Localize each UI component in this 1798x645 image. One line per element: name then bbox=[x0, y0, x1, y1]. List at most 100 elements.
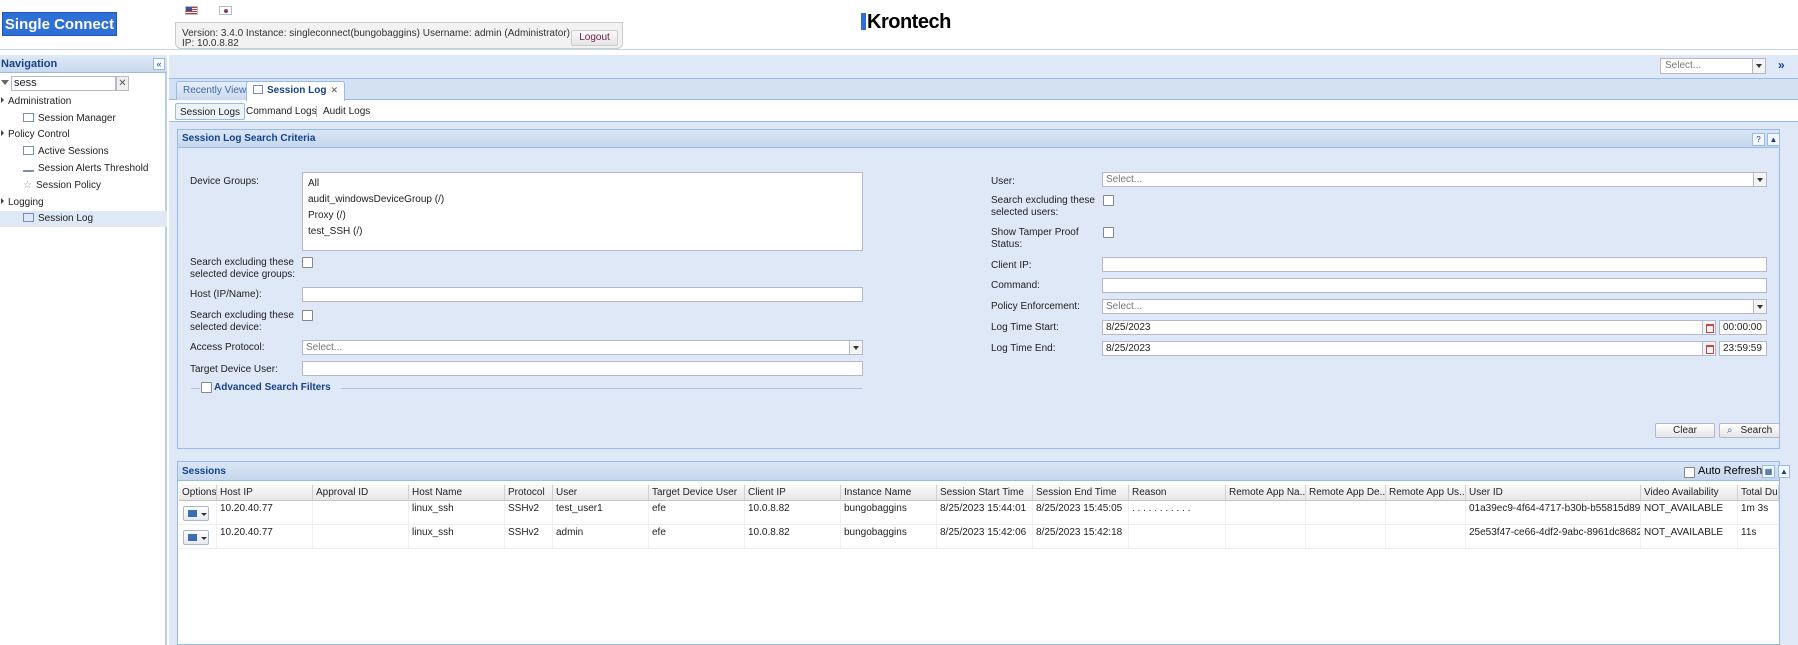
chevron-down-icon[interactable] bbox=[1753, 300, 1766, 313]
search-button[interactable]: ⌕ Search bbox=[1719, 423, 1780, 438]
nav-item-label: Session Policy bbox=[35, 180, 101, 191]
log-time-start-date[interactable]: 8/25/2023 bbox=[1102, 320, 1716, 335]
clear-search-button[interactable]: ✕ bbox=[116, 76, 129, 91]
users-gear-icon bbox=[23, 113, 34, 122]
log-time-end-time[interactable]: 23:59:59 bbox=[1719, 341, 1767, 356]
list-item[interactable]: All bbox=[306, 176, 859, 192]
subtab-command-logs[interactable]: Command Logs bbox=[242, 103, 321, 120]
col-host-ip[interactable]: Host IP bbox=[217, 485, 313, 501]
nav-group-policy-control[interactable]: Policy Control bbox=[0, 127, 167, 143]
calendar-icon[interactable] bbox=[1702, 342, 1715, 355]
col-options[interactable]: Options bbox=[179, 485, 217, 501]
table-row[interactable]: 10.20.40.77 linux_ssh SSHv2 admin efe 10… bbox=[179, 525, 1779, 549]
expand-icon bbox=[1, 97, 4, 103]
table-cell: linux_ssh bbox=[409, 525, 505, 549]
tamper-proof-checkbox[interactable] bbox=[1103, 227, 1114, 238]
exclude-users-checkbox[interactable] bbox=[1103, 195, 1114, 206]
logout-button[interactable]: Logout bbox=[571, 30, 618, 46]
nav-group-administration[interactable]: Administration bbox=[0, 94, 167, 110]
subtab-audit-logs[interactable]: Audit Logs bbox=[319, 103, 374, 120]
calendar-icon[interactable] bbox=[1702, 321, 1715, 334]
fieldset-line bbox=[341, 388, 862, 389]
log-time-start-time[interactable]: 00:00:00 bbox=[1719, 320, 1767, 335]
col-video-availability[interactable]: Video Availability bbox=[1641, 485, 1738, 501]
col-remote-app-user[interactable]: Remote App Us... bbox=[1386, 485, 1466, 501]
policy-enforcement-placeholder: Select... bbox=[1106, 301, 1143, 312]
collapse-panel-icon[interactable]: ▲ bbox=[1778, 465, 1790, 478]
user-select[interactable]: Select... bbox=[1102, 172, 1767, 187]
nav-item-session-policy[interactable]: ☆ Session Policy bbox=[0, 178, 167, 194]
nav-item-label: Session Log bbox=[38, 213, 94, 224]
chevron-down-icon[interactable] bbox=[1752, 59, 1765, 73]
tab-recently-view[interactable]: Recently View bbox=[176, 81, 254, 100]
clear-button[interactable]: Clear bbox=[1655, 423, 1715, 438]
host-input[interactable] bbox=[302, 287, 863, 302]
col-user[interactable]: User bbox=[553, 485, 649, 501]
us-flag-icon[interactable] bbox=[185, 6, 198, 15]
row-options-button[interactable] bbox=[183, 506, 209, 521]
col-protocol[interactable]: Protocol bbox=[505, 485, 553, 501]
table-cell: 11s bbox=[1738, 525, 1779, 549]
collapse-nav-button[interactable]: « bbox=[153, 58, 165, 70]
row-options-button[interactable] bbox=[183, 530, 209, 545]
tab-session-log[interactable]: Session Log ✕ bbox=[246, 81, 345, 101]
col-client-ip[interactable]: Client IP bbox=[745, 485, 841, 501]
col-user-id[interactable]: User ID bbox=[1466, 485, 1641, 501]
command-input[interactable] bbox=[1102, 278, 1767, 293]
exclude-groups-checkbox[interactable] bbox=[302, 257, 313, 268]
col-session-end-time[interactable]: Session End Time bbox=[1033, 485, 1129, 501]
col-approval-id[interactable]: Approval ID bbox=[313, 485, 409, 501]
exclude-users-label: Search excluding these selected users: bbox=[991, 195, 1095, 219]
chevron-down-icon[interactable] bbox=[1753, 173, 1766, 186]
subtab-session-logs[interactable]: Session Logs bbox=[175, 103, 246, 120]
auto-refresh-checkbox[interactable] bbox=[1684, 467, 1695, 478]
advanced-search-label[interactable]: Advanced Search Filters bbox=[214, 381, 331, 394]
client-ip-input[interactable] bbox=[1102, 257, 1767, 272]
collapse-panel-icon[interactable]: ▲ bbox=[1767, 133, 1780, 146]
brand-button[interactable]: Single Connect bbox=[2, 12, 117, 36]
col-total-duration[interactable]: Total Duratio bbox=[1738, 485, 1779, 501]
list-item[interactable]: audit_windowsDeviceGroup (/) bbox=[306, 192, 859, 208]
col-instance-name[interactable]: Instance Name bbox=[841, 485, 937, 501]
exclude-device-checkbox[interactable] bbox=[302, 310, 313, 321]
table-cell: 01a39ec9-4f64-4717-b30b-b55815d896fc bbox=[1466, 501, 1641, 525]
help-icon[interactable]: ? bbox=[1752, 133, 1765, 146]
table-cell: 25e53f47-ce66-4df2-9abc-8961dc868264 bbox=[1466, 525, 1641, 549]
access-protocol-select[interactable]: Select... bbox=[302, 340, 863, 355]
advanced-search-checkbox[interactable] bbox=[201, 382, 212, 393]
top-select[interactable]: Select... bbox=[1660, 58, 1766, 74]
device-groups-list[interactable]: All audit_windowsDeviceGroup (/) Proxy (… bbox=[302, 172, 863, 251]
exclude-groups-label-line: Search excluding these bbox=[190, 257, 294, 268]
target-user-input[interactable] bbox=[302, 361, 863, 376]
col-remote-app-desc[interactable]: Remote App De... bbox=[1306, 485, 1386, 501]
table-row[interactable]: 10.20.40.77 linux_ssh SSHv2 test_user1 e… bbox=[179, 501, 1779, 525]
search-icon: ⌕ bbox=[1726, 425, 1733, 436]
col-reason[interactable]: Reason bbox=[1129, 485, 1226, 501]
policy-enforcement-select[interactable]: Select... bbox=[1102, 299, 1767, 314]
kr-flag-icon[interactable] bbox=[219, 6, 232, 15]
close-icon[interactable]: ✕ bbox=[330, 85, 338, 95]
nav-group-logging[interactable]: Logging bbox=[0, 195, 167, 211]
search-criteria-title: Session Log Search Criteria bbox=[178, 130, 1779, 148]
user-label: User: bbox=[991, 176, 1015, 187]
col-session-start-time[interactable]: Session Start Time bbox=[937, 485, 1033, 501]
nav-item-session-alerts-threshold[interactable]: Session Alerts Threshold bbox=[0, 161, 167, 177]
col-remote-app-name[interactable]: Remote App Na... bbox=[1226, 485, 1306, 501]
export-excel-icon[interactable]: ▦ bbox=[1762, 465, 1775, 478]
sessions-title: Sessions bbox=[178, 462, 1779, 481]
list-item[interactable]: Proxy (/) bbox=[306, 208, 859, 224]
grid-header: Options Host IP Approval ID Host Name Pr… bbox=[179, 485, 1779, 501]
log-time-end-date[interactable]: 8/25/2023 bbox=[1102, 341, 1716, 356]
nav-item-session-manager[interactable]: Session Manager bbox=[0, 111, 167, 127]
col-target-device-user[interactable]: Target Device User bbox=[649, 485, 745, 501]
nav-item-session-log[interactable]: Session Log bbox=[0, 211, 167, 227]
krontech-logo: Krontech bbox=[861, 10, 951, 34]
list-item[interactable]: test_SSH (/) bbox=[306, 224, 859, 240]
col-host-name[interactable]: Host Name bbox=[409, 485, 505, 501]
table-cell: efe bbox=[649, 501, 745, 525]
expand-right-icon[interactable]: » bbox=[1778, 58, 1785, 72]
table-cell: SSHv2 bbox=[505, 525, 553, 549]
nav-item-active-sessions[interactable]: Active Sessions bbox=[0, 144, 167, 160]
chevron-down-icon[interactable] bbox=[849, 341, 862, 354]
nav-search-input[interactable]: sess bbox=[11, 76, 116, 91]
